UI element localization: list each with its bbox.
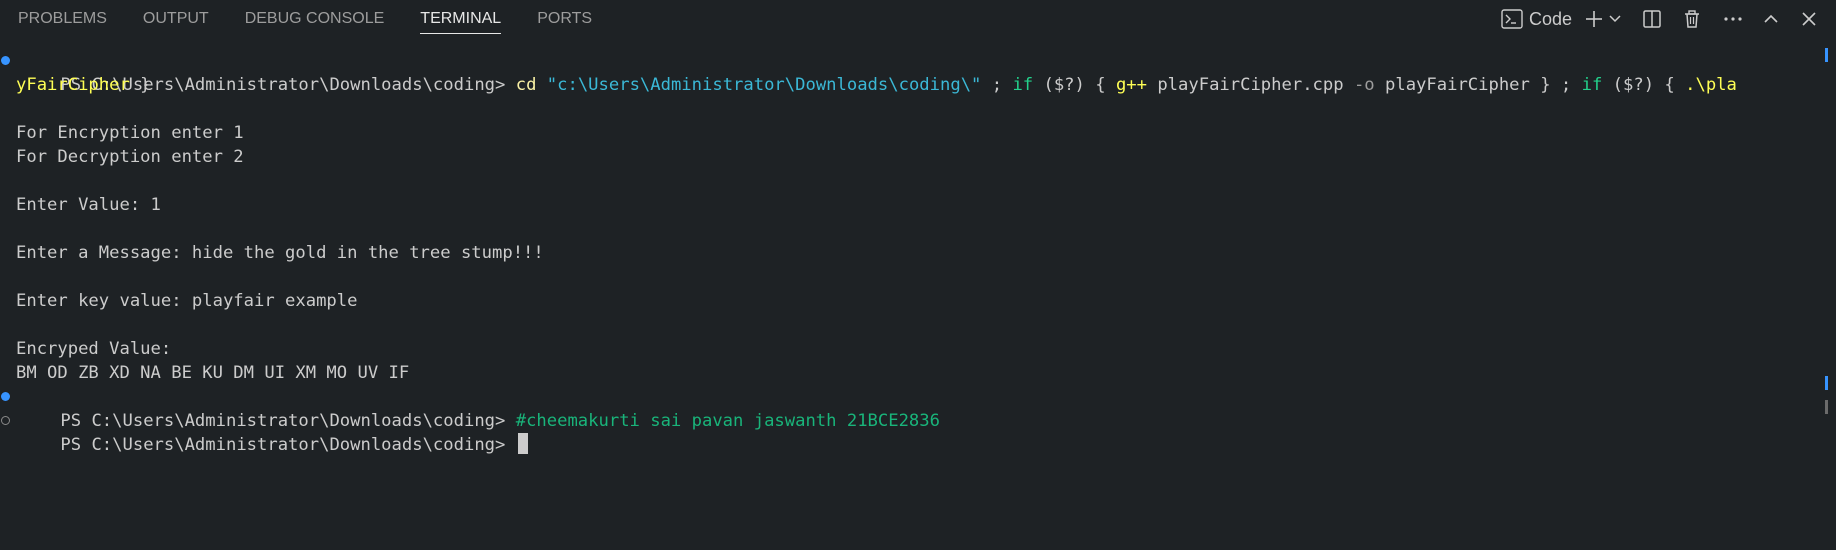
- more-icon: [1722, 9, 1744, 29]
- more-actions-button[interactable]: [1722, 5, 1744, 33]
- panel-tabs: PROBLEMS OUTPUT DEBUG CONSOLE TERMINAL P…: [18, 0, 628, 38]
- output-line: Enter a Message: hide the gold in the tr…: [16, 243, 544, 263]
- tab-problems[interactable]: PROBLEMS: [18, 0, 107, 38]
- panel-header: PROBLEMS OUTPUT DEBUG CONSOLE TERMINAL P…: [0, 0, 1836, 38]
- output-line: Enter key value: playfair example: [16, 291, 358, 311]
- split-icon: [1642, 9, 1662, 29]
- close-panel-button[interactable]: [1800, 5, 1818, 33]
- close-icon: [1800, 10, 1818, 28]
- shell-selector[interactable]: Code: [1501, 5, 1572, 33]
- output-line: Enter Value: 1: [16, 195, 161, 215]
- comment-line: PS C:\Users\Administrator\Downloads\codi…: [0, 385, 1820, 431]
- command-line-wrap: yFairCipher }: [0, 73, 1820, 97]
- new-terminal-button[interactable]: [1584, 5, 1604, 33]
- command-success-decoration[interactable]: [1, 392, 10, 401]
- command-pending-decoration[interactable]: [1, 416, 10, 425]
- prompt: PS C:\Users\Administrator\Downloads\codi…: [60, 435, 516, 455]
- cmd-close: }: [129, 75, 151, 95]
- output-line: BM OD ZB XD NA BE KU DM UI XM MO UV IF: [16, 363, 410, 383]
- terminal-actions: Code: [1489, 0, 1818, 38]
- split-terminal-button[interactable]: [1642, 5, 1662, 33]
- scroll-marker: [1825, 400, 1828, 414]
- terminal-dropdown-button[interactable]: [1608, 5, 1622, 33]
- chevron-down-icon: [1608, 12, 1622, 26]
- terminal-output[interactable]: PS C:\Users\Administrator\Downloads\codi…: [0, 49, 1820, 455]
- scroll-marker: [1825, 376, 1828, 390]
- scroll-marker: [1825, 48, 1828, 62]
- shell-label: Code: [1528, 8, 1572, 29]
- tab-ports[interactable]: PORTS: [537, 0, 592, 38]
- kill-terminal-button[interactable]: [1682, 5, 1702, 33]
- output-line: For Encryption enter 1: [16, 123, 244, 143]
- command-success-decoration[interactable]: [1, 56, 10, 65]
- output-line: Encryped Value:: [16, 339, 172, 359]
- output-line: For Decryption enter 2: [16, 147, 244, 167]
- plus-icon: [1584, 9, 1604, 29]
- command-line: PS C:\Users\Administrator\Downloads\codi…: [0, 49, 1820, 95]
- terminal-cursor: [517, 433, 528, 454]
- trash-icon: [1682, 9, 1702, 29]
- cmd-run-cont: yFairCipher: [16, 75, 130, 95]
- tab-output[interactable]: OUTPUT: [143, 0, 209, 38]
- tab-debug-console[interactable]: DEBUG CONSOLE: [245, 0, 385, 38]
- maximize-panel-button[interactable]: [1762, 5, 1780, 33]
- current-prompt-line: PS C:\Users\Administrator\Downloads\codi…: [0, 409, 1820, 455]
- tab-terminal[interactable]: TERMINAL: [420, 0, 501, 38]
- terminal-icon: [1501, 9, 1523, 29]
- scrollbar[interactable]: [1824, 0, 1828, 550]
- chevron-up-icon: [1762, 10, 1780, 28]
